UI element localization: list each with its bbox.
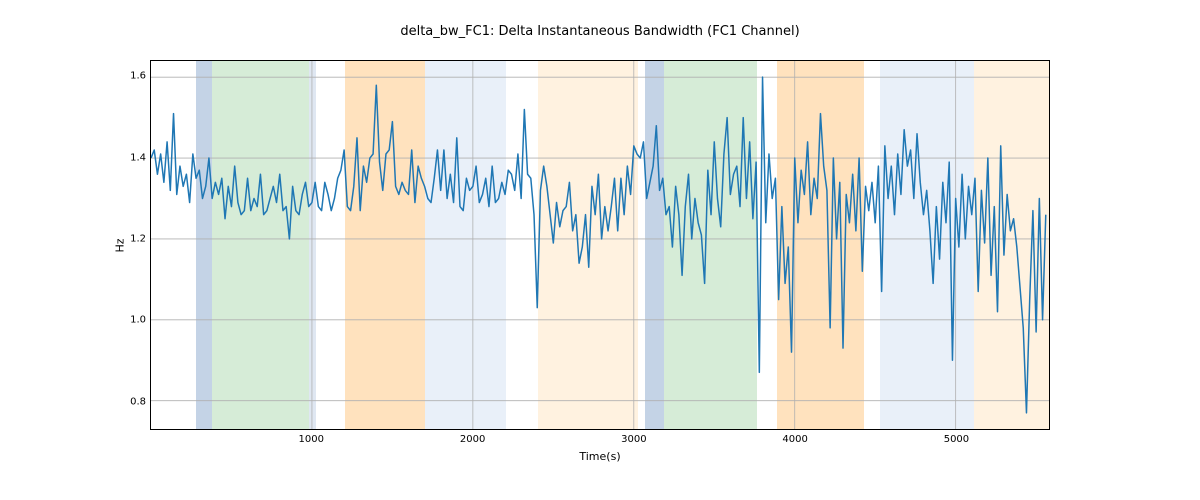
- figure: delta_bw_FC1: Delta Instantaneous Bandwi…: [0, 0, 1200, 500]
- x-tick-label: 1000: [299, 434, 324, 445]
- grid-lines: [151, 61, 1049, 429]
- x-tick-label: 5000: [944, 434, 969, 445]
- y-tick-label: 0.8: [118, 396, 146, 407]
- y-tick-label: 1.2: [118, 233, 146, 244]
- plot-area: [150, 60, 1050, 430]
- y-tick-label: 1.0: [118, 315, 146, 326]
- x-tick-label: 2000: [460, 434, 485, 445]
- x-axis-label: Time(s): [150, 450, 1050, 463]
- chart-title: delta_bw_FC1: Delta Instantaneous Bandwi…: [150, 24, 1050, 39]
- line-series: [151, 77, 1046, 413]
- x-tick-label: 4000: [782, 434, 807, 445]
- y-axis-label: Hz: [112, 60, 128, 430]
- y-tick-label: 1.4: [118, 152, 146, 163]
- plot-svg: [151, 61, 1049, 429]
- x-tick-label: 3000: [621, 434, 646, 445]
- y-tick-label: 1.6: [118, 71, 146, 82]
